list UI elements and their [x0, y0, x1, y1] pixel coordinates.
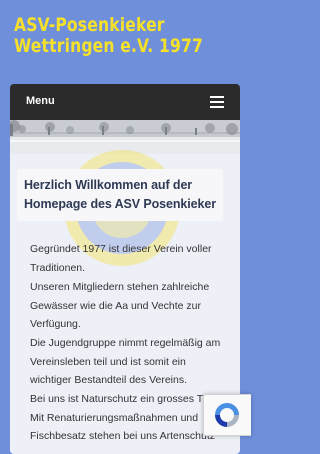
- site-title-line-1: ASV-Posenkieker: [14, 14, 165, 36]
- paragraph-founded: Gegründet 1977 ist dieser Verein voller …: [30, 243, 212, 274]
- navbar: Menu: [10, 84, 240, 120]
- paragraph-youth: Die Jugendgruppe nimmt regelmäßig am Ver…: [30, 337, 221, 386]
- recaptcha-badge[interactable]: [203, 394, 251, 436]
- menu-label[interactable]: Menu: [26, 95, 55, 107]
- site-title: ASV-Posenkieker Wettringen e.V. 1977: [14, 15, 203, 57]
- paragraph-nature: Bei uns ist Naturschutz ein grosses The …: [30, 393, 216, 442]
- paragraph-waters: Unseren Mitgliedern stehen zahlreiche Ge…: [30, 281, 210, 330]
- site-title-line-2: Wettringen e.V. 1977: [14, 35, 203, 57]
- recaptcha-icon: [215, 403, 239, 427]
- hamburger-icon[interactable]: [210, 96, 224, 108]
- page-heading: Herzlich Willkommen auf der Homepage des…: [24, 178, 216, 211]
